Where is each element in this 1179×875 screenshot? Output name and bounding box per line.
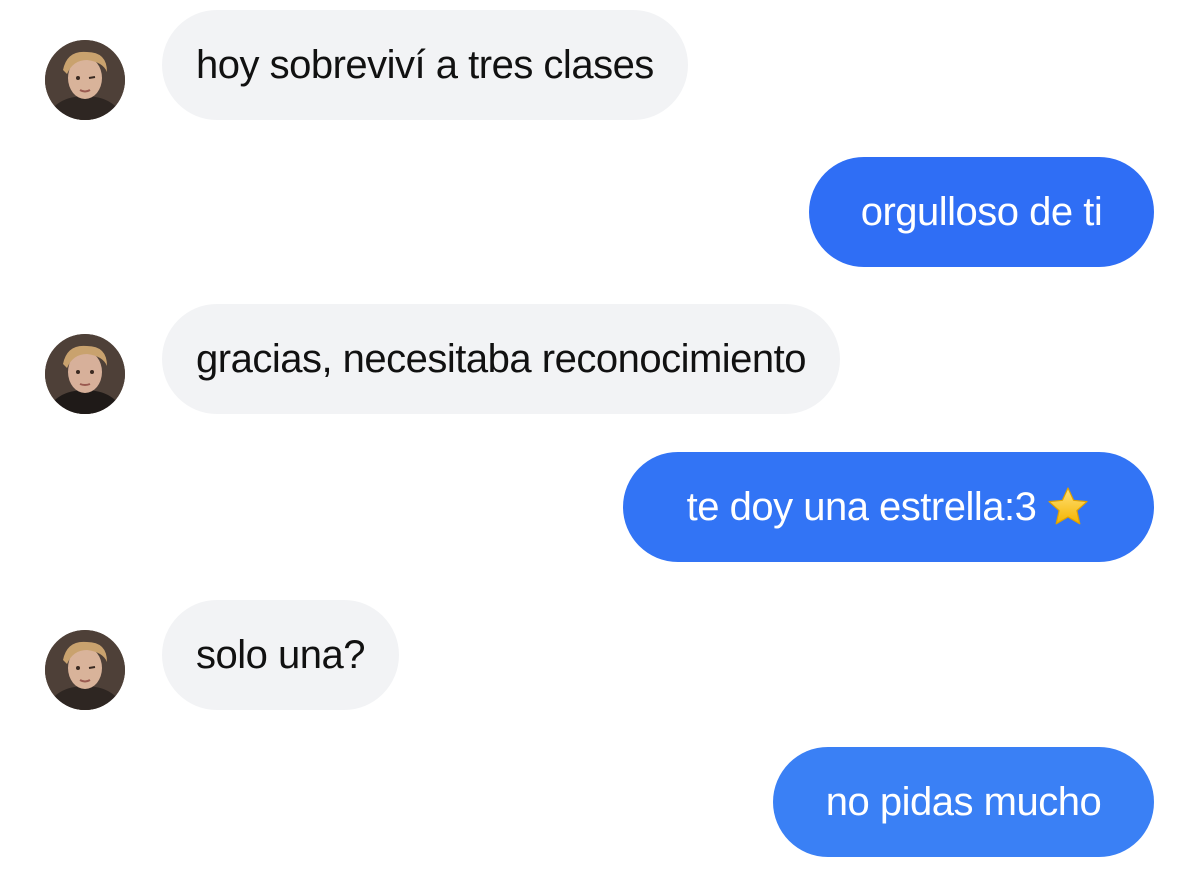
message-text: hoy sobreviví a tres clases [196, 42, 654, 87]
avatar[interactable] [45, 630, 125, 710]
message-text: te doy una estrella:3 [686, 484, 1037, 529]
message-row-incoming: solo una? [0, 600, 1179, 710]
message-row-incoming: hoy sobreviví a tres clases [0, 10, 1179, 120]
message-row-outgoing: orgulloso de ti [0, 157, 1179, 267]
message-text: gracias, necesitaba reconocimiento [196, 336, 807, 381]
avatar[interactable] [45, 40, 125, 120]
message-row-outgoing: no pidas mucho [0, 747, 1179, 857]
message-bubble-incoming[interactable]: solo una? [162, 600, 399, 710]
message-bubble-outgoing[interactable]: no pidas mucho [773, 747, 1154, 857]
star-icon [1046, 485, 1090, 529]
message-bubble-incoming[interactable]: hoy sobreviví a tres clases [162, 10, 688, 120]
message-row-incoming: gracias, necesitaba reconocimiento [0, 304, 1179, 414]
chat-thread: hoy sobreviví a tres clases orgulloso de… [0, 0, 1179, 875]
message-bubble-outgoing[interactable]: te doy una estrella:3 [623, 452, 1154, 562]
message-text: orgulloso de ti [860, 189, 1103, 234]
message-text: no pidas mucho [825, 779, 1102, 824]
avatar[interactable] [45, 334, 125, 414]
message-bubble-outgoing[interactable]: orgulloso de ti [809, 157, 1154, 267]
message-text: solo una? [196, 632, 365, 677]
message-row-outgoing: te doy una estrella:3 [0, 452, 1179, 562]
message-bubble-incoming[interactable]: gracias, necesitaba reconocimiento [162, 304, 841, 414]
